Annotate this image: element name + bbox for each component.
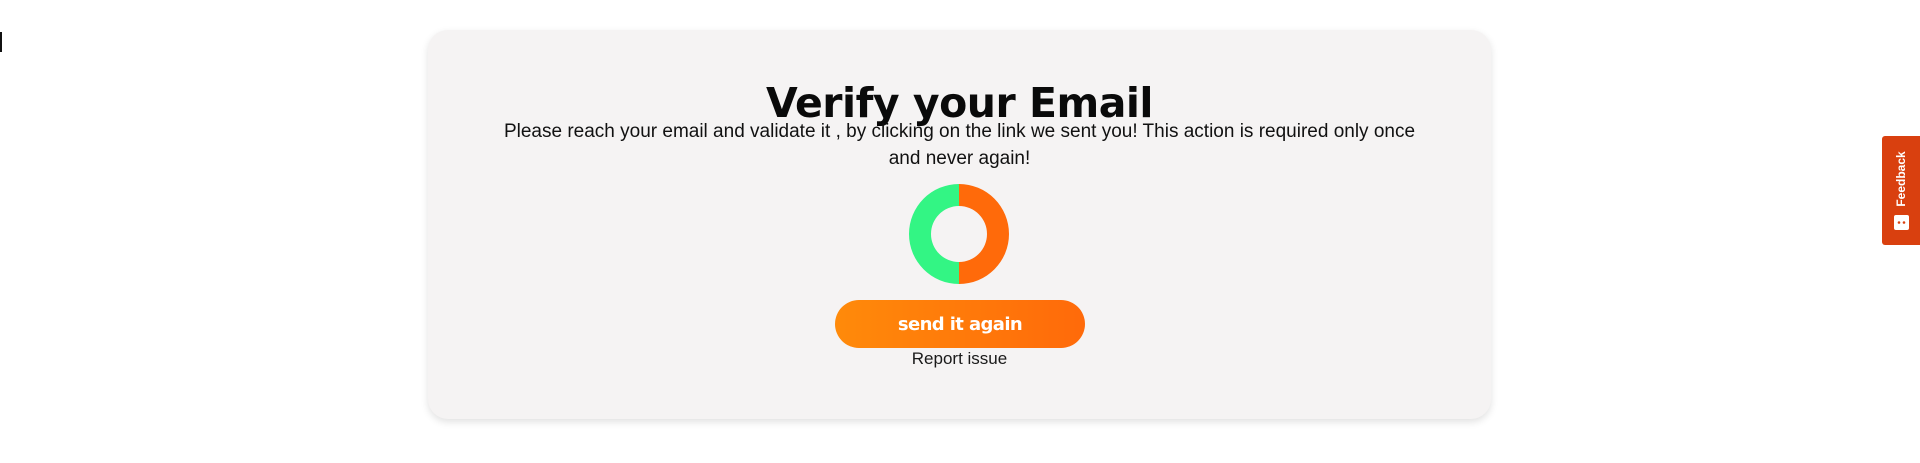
text-caret [0, 32, 2, 52]
report-issue-link[interactable]: Report issue [428, 349, 1491, 369]
send-again-button[interactable]: send it again [835, 300, 1085, 348]
feedback-label: Feedback [1894, 151, 1908, 207]
verify-message: Please reach your email and validate it … [503, 121, 1416, 169]
feedback-tab[interactable]: Feedback [1882, 136, 1920, 245]
feedback-chat-icon [1894, 215, 1909, 230]
page: Verify your Email Please reach your emai… [0, 0, 1920, 463]
loading-spinner-icon [909, 184, 1009, 284]
verify-email-card: Verify your Email Please reach your emai… [428, 30, 1491, 419]
